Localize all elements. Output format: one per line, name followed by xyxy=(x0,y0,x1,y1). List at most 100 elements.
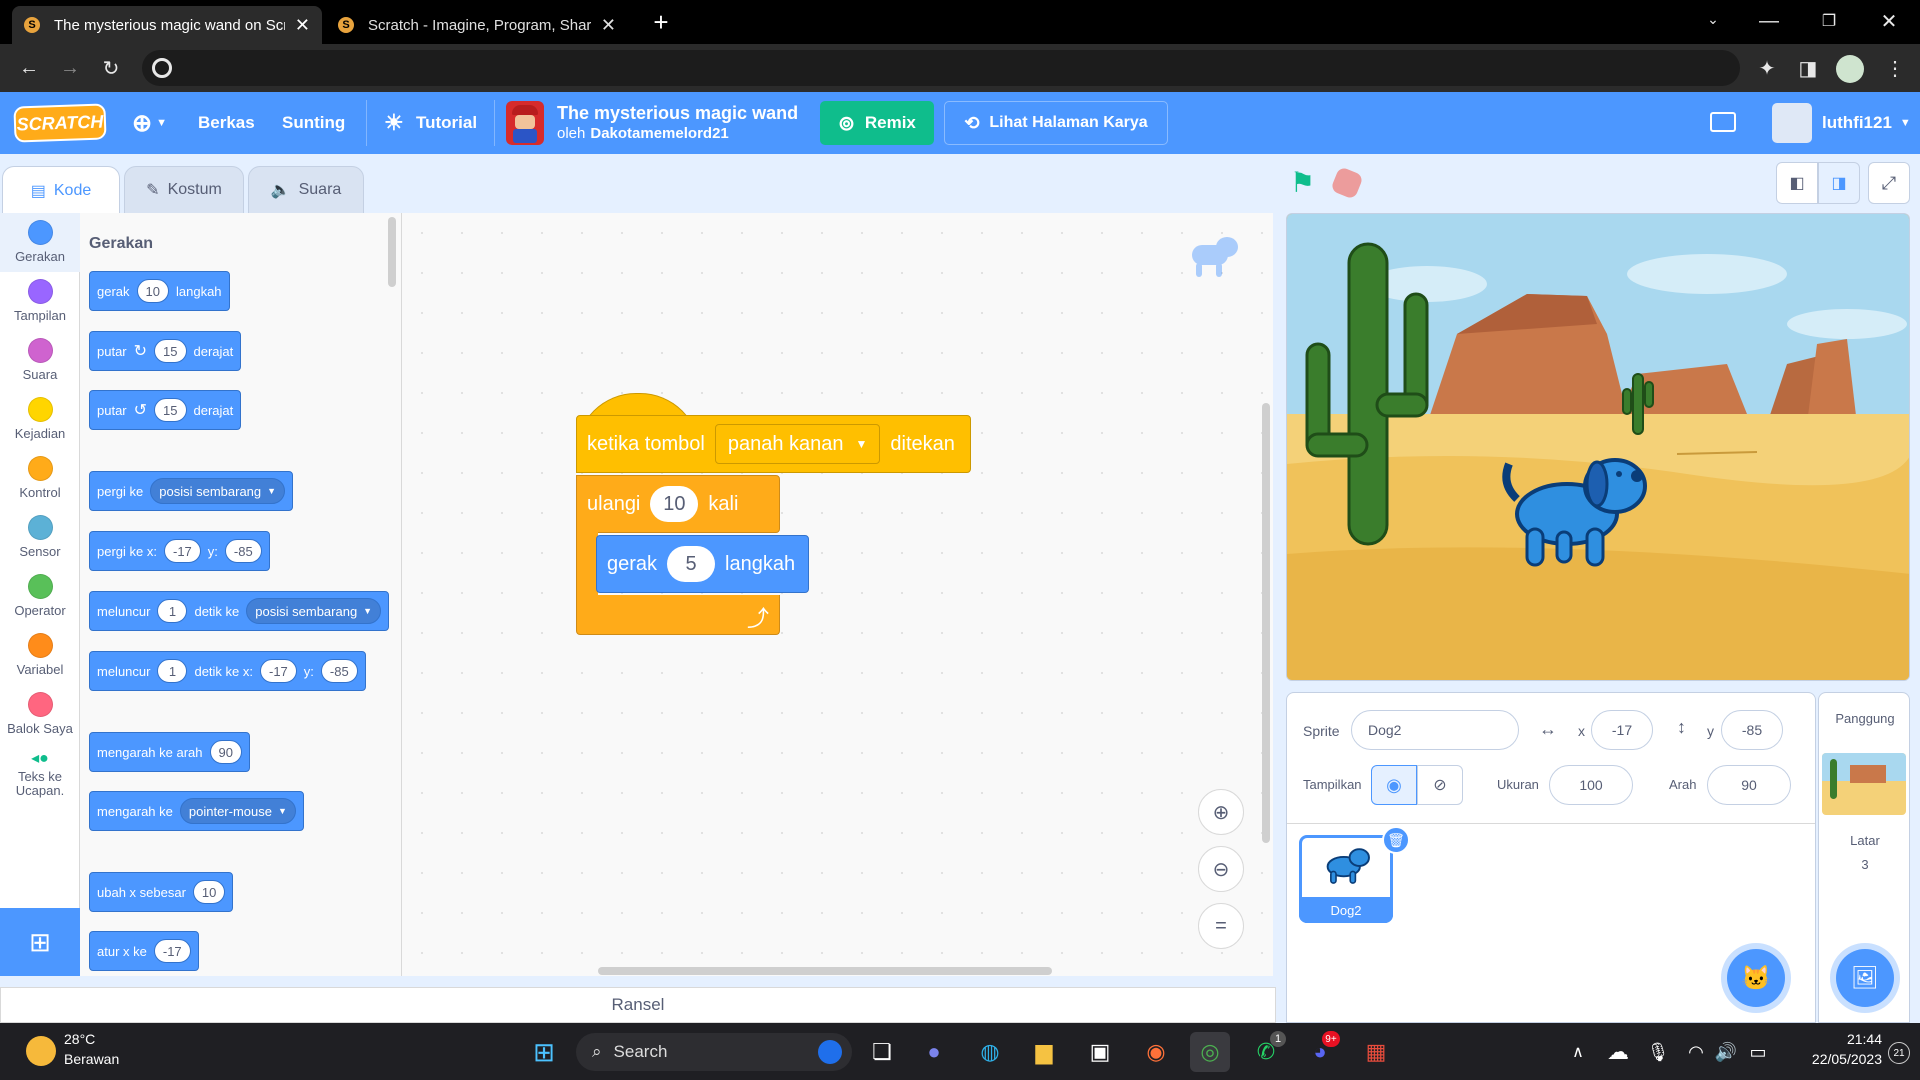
block-when-key-pressed[interactable]: ketika tombol panah kanan ▼ ditekan xyxy=(576,415,971,473)
block-input[interactable]: 15 xyxy=(154,339,187,363)
category-text-to-speech[interactable]: ◂● Teks ke Ucapan. xyxy=(0,744,80,814)
tab-sound[interactable]: 🔈 Suara xyxy=(248,166,364,214)
category-events[interactable]: Kejadian xyxy=(0,390,80,449)
close-tab-icon[interactable]: ✕ xyxy=(295,15,310,36)
profile-avatar[interactable] xyxy=(1836,55,1864,83)
hide-sprite-eye-icon[interactable]: ⊘ xyxy=(1417,765,1463,805)
key-dropdown[interactable]: panah kanan ▼ xyxy=(714,424,881,464)
stop-icon[interactable] xyxy=(1330,166,1364,200)
block-repeat[interactable]: ulangi 10 kali xyxy=(576,475,780,533)
block-input[interactable]: 10 xyxy=(192,880,226,904)
onedrive-cloud-icon[interactable]: ☁ xyxy=(1598,1032,1638,1072)
sprite-name-input[interactable]: Dog2 xyxy=(1351,710,1519,750)
block-input[interactable]: 5 xyxy=(667,546,716,582)
block-input[interactable]: 15 xyxy=(154,398,187,422)
user-avatar[interactable] xyxy=(1772,103,1812,143)
workspace-vertical-scrollbar[interactable] xyxy=(1262,403,1270,843)
add-sprite-cat-icon[interactable]: 🐱 xyxy=(1727,949,1785,1007)
direction-input[interactable]: 90 xyxy=(1707,765,1791,805)
stage-canvas[interactable] xyxy=(1286,213,1910,681)
remix-button[interactable]: ⊚ Remix xyxy=(820,101,934,145)
category-sensing[interactable]: Sensor xyxy=(0,508,80,567)
my-stuff-folder-icon[interactable] xyxy=(1710,112,1736,132)
green-flag-icon[interactable]: ⚑ xyxy=(1290,168,1320,198)
scratch-logo[interactable]: SCRATCH xyxy=(13,103,107,143)
new-tab-button[interactable]: + xyxy=(646,7,676,37)
palette-scrollbar[interactable] xyxy=(388,217,396,287)
block-point-in-direction[interactable]: mengarah ke arah 90 xyxy=(89,732,250,772)
file-menu[interactable]: Berkas xyxy=(198,92,255,154)
block-move-steps[interactable]: gerak 10 langkah xyxy=(89,271,230,311)
close-tab-icon[interactable]: ✕ xyxy=(601,15,616,36)
weather-description[interactable]: Berawan xyxy=(64,1051,119,1067)
task-view-icon[interactable]: ❏ xyxy=(862,1032,902,1072)
block-input[interactable]: -85 xyxy=(224,539,262,563)
block-input[interactable]: 90 xyxy=(209,740,242,764)
edge-icon[interactable]: ◍ xyxy=(970,1032,1010,1072)
clock-date[interactable]: 22/05/2023 xyxy=(1776,1051,1882,1067)
block-input[interactable]: 10 xyxy=(650,486,699,522)
block-dropdown[interactable]: posisi sembarang ▼ xyxy=(246,598,382,624)
dog-sprite[interactable] xyxy=(1497,444,1657,574)
block-change-x[interactable]: ubah x sebesar 10 xyxy=(89,872,234,912)
user-menu[interactable]: luthfi121 ▼ xyxy=(1822,92,1911,154)
sprite-tile-dog2[interactable]: Dog2 🗑 xyxy=(1299,826,1410,923)
block-turn-right[interactable]: putar ↻ 15 derajat xyxy=(89,331,242,371)
chrome-icon[interactable]: ◎ xyxy=(1190,1032,1230,1072)
weather-temperature[interactable]: 28°C xyxy=(64,1031,95,1047)
block-input[interactable]: 1 xyxy=(157,659,188,683)
workspace-horizontal-scrollbar[interactable] xyxy=(598,967,1052,975)
category-control[interactable]: Kontrol xyxy=(0,449,80,508)
block-move-steps-script[interactable]: gerak 5 langkah xyxy=(596,535,809,593)
notification-count-badge[interactable]: 21 xyxy=(1888,1042,1910,1064)
block-glide-to[interactable]: meluncur 1 detik ke posisi sembarang ▼ xyxy=(89,591,390,631)
zoom-in-icon[interactable]: ⊕ xyxy=(1198,789,1244,835)
category-motion[interactable]: Gerakan xyxy=(0,213,80,272)
block-input[interactable]: -85 xyxy=(320,659,358,683)
firefox-icon[interactable]: ◉ xyxy=(1136,1032,1176,1072)
category-looks[interactable]: Tampilan xyxy=(0,272,80,331)
browser-tab-active[interactable]: S The mysterious magic wand on Scratch ✕ xyxy=(12,6,322,44)
block-go-to[interactable]: pergi ke posisi sembarang ▼ xyxy=(89,471,294,511)
add-backdrop-icon[interactable]: 🖼 xyxy=(1836,949,1894,1007)
edit-menu[interactable]: Sunting xyxy=(282,92,345,154)
language-globe-icon[interactable]: ⊕ ▼ xyxy=(132,92,167,154)
microsoft-store-icon[interactable]: ▣ xyxy=(1080,1032,1120,1072)
windows-start-icon[interactable]: ⊞ xyxy=(524,1032,564,1072)
file-explorer-icon[interactable]: ▆ xyxy=(1024,1032,1064,1072)
address-bar[interactable] xyxy=(142,50,1740,86)
block-input[interactable]: -17 xyxy=(163,539,201,563)
show-hidden-icons-chevron-icon[interactable]: ∧ xyxy=(1558,1032,1598,1072)
category-operators[interactable]: Operator xyxy=(0,567,80,626)
block-turn-left[interactable]: putar ↺ 15 derajat xyxy=(89,390,242,430)
tutorial-lightbulb-icon[interactable]: ☀ xyxy=(384,92,404,154)
tab-costume[interactable]: ✎ Kostum xyxy=(124,166,244,214)
backpack-bar[interactable]: Ransel xyxy=(0,987,1276,1023)
block-glide-to-xy[interactable]: meluncur 1 detik ke x: -17 y: -85 xyxy=(89,651,366,691)
see-project-page-button[interactable]: ⟲ Lihat Halaman Karya xyxy=(944,101,1168,145)
delete-sprite-trash-icon[interactable]: 🗑 xyxy=(1382,826,1410,854)
microphone-icon[interactable]: 🎙 xyxy=(1638,1032,1678,1072)
app-tiles-icon[interactable]: ▦ xyxy=(1356,1032,1396,1072)
block-dropdown[interactable]: pointer-mouse ▼ xyxy=(179,798,296,824)
tab-code[interactable]: ▤ Kode xyxy=(2,166,120,214)
block-input[interactable]: 10 xyxy=(136,279,169,303)
extensions-icon[interactable]: ✦ xyxy=(1752,53,1782,83)
fullscreen-icon[interactable]: ⤢ xyxy=(1868,162,1910,204)
y-position-input[interactable]: -85 xyxy=(1721,710,1783,750)
small-stage-mode-icon[interactable]: ◧ xyxy=(1776,162,1818,204)
minimize-icon[interactable]: — xyxy=(1754,6,1784,36)
block-point-towards[interactable]: mengarah ke pointer-mouse ▼ xyxy=(89,791,304,831)
browser-tab[interactable]: S Scratch - Imagine, Program, Share ✕ xyxy=(326,6,628,44)
clock-time[interactable]: 21:44 xyxy=(1786,1031,1882,1047)
restore-icon[interactable]: ❐ xyxy=(1814,6,1844,36)
browser-menu-icon[interactable]: ⋮ xyxy=(1880,53,1910,83)
category-my-blocks[interactable]: Balok Saya xyxy=(0,685,80,744)
script-workspace[interactable]: ketika tombol panah kanan ▼ ditekan ulang… xyxy=(402,213,1273,976)
block-input[interactable]: -17 xyxy=(260,659,297,683)
taskbar-search-box[interactable]: ⌕ Search xyxy=(576,1033,852,1071)
block-input[interactable]: 1 xyxy=(157,599,188,623)
block-go-to-xy[interactable]: pergi ke x: -17 y: -85 xyxy=(89,531,270,571)
x-position-input[interactable]: -17 xyxy=(1591,710,1653,750)
category-sound[interactable]: Suara xyxy=(0,331,80,390)
